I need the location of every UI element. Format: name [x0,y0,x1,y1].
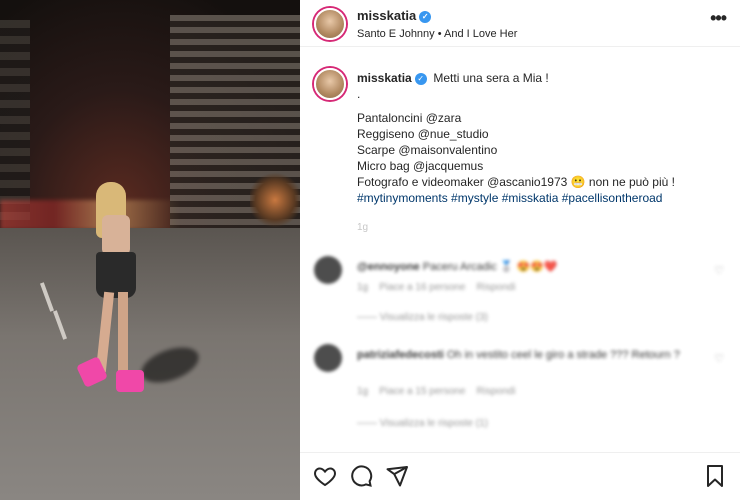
comment-likes[interactable]: Piace a 16 persone [379,282,465,293]
verified-badge-icon: ✓ [419,10,432,23]
photo-person-skirt [96,252,136,298]
verified-badge-icon: ✓ [414,72,427,85]
author-username-text[interactable]: misskatia [357,8,416,23]
comment-reply-button[interactable]: Rispondi [477,282,516,293]
photo-person-shoe [116,370,144,392]
comment-meta: 1g Piace a 16 persone Rispondi [357,282,515,293]
comment-time: 1g [357,282,369,293]
view-replies-button[interactable]: —— Visualizza le risposte (3) [357,312,488,323]
view-replies-button[interactable]: —— Visualizza le risposte (1) [357,418,488,429]
heart-icon[interactable] [312,463,338,489]
comment-reply-button[interactable]: Rispondi [477,386,516,397]
post-header: misskatia ✓ Santo E Johnny • And I Love H… [300,0,740,47]
comment-text: patriziafedecosti Oh in vestito ceel le … [357,348,717,363]
caption-line-7: Fotografo e videomaker @ascanio1973 😬 no… [357,175,675,189]
view-replies-label: Visualizza le risposte (1) [379,418,488,429]
post-photo[interactable] [0,0,300,500]
comment-like-heart-icon[interactable]: ♡ [714,264,724,277]
photo-lit-tree [250,170,300,230]
comment-time: 1g [357,386,369,397]
comment-avatar[interactable] [314,344,342,372]
comment-avatar[interactable] [314,256,342,284]
comment-like-heart-icon[interactable]: ♡ [714,352,724,365]
comment-icon-svg [351,465,373,487]
caption-line-5: Scarpe @maisonvalentino [357,143,498,157]
more-options-icon[interactable]: ••• [710,8,727,29]
bookmark-icon[interactable] [702,463,728,489]
comment-text: @ennoyone Paceru Arcadic 🥈 😍😍❤️ [357,260,558,275]
caption-line-6: Micro bag @jacquemus [357,159,484,173]
bookmark-icon-svg [707,465,723,487]
share-icon[interactable] [384,463,410,489]
comment-username[interactable]: @ennoyone [357,261,420,273]
caption-line-3: Pantaloncini @zara [357,111,462,125]
author-username[interactable]: misskatia ✓ [357,8,432,23]
caption-line-1: Metti una sera a Mia ! [433,71,549,85]
photo-street-lights [0,200,180,230]
heart-icon-svg [314,467,336,487]
comment-body: Oh in vestito ceel le giro a strade ??? … [446,349,680,361]
comment-body: Paceru Arcadic 🥈 😍😍❤️ [422,261,558,273]
caption-text: misskatia ✓ Metti una sera a Mia ! . Pant… [357,70,727,206]
comment-likes[interactable]: Piace a 15 persone [379,386,465,397]
comment-username[interactable]: patriziafedecosti [357,349,444,361]
comment-meta: 1g Piace a 15 persone Rispondi [357,386,515,397]
share-icon-svg [386,466,408,487]
view-replies-label: Visualizza le risposte (3) [379,312,488,323]
post-details-pane: misskatia ✓ Santo E Johnny • And I Love H… [300,0,740,500]
photo-building-left [0,20,30,220]
caption-line-4: Reggiseno @nue_studio [357,127,489,141]
caption-timestamp: 1g [357,222,369,233]
author-avatar[interactable] [314,8,346,40]
caption-hashtags[interactable]: #mytinymoments #mystyle #misskatia #pace… [357,190,727,206]
caption-line-2: . [357,87,361,101]
caption-author-avatar[interactable] [314,68,346,100]
photo-person-body [102,215,130,255]
photo-person-leg [118,292,128,372]
audio-track[interactable]: Santo E Johnny • And I Love Her [357,28,517,40]
caption-username[interactable]: misskatia [357,71,412,85]
comment-icon[interactable] [348,463,374,489]
post-action-bar [300,452,740,500]
